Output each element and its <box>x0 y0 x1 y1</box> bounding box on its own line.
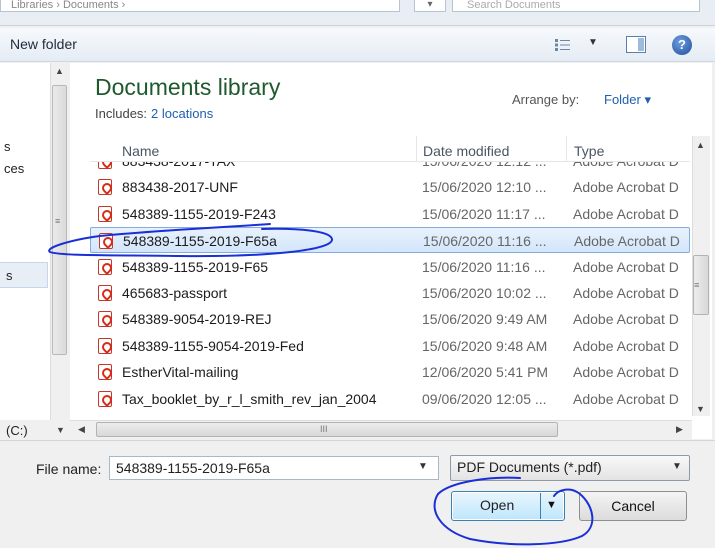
nav-item-fragment[interactable]: s <box>4 139 11 154</box>
new-folder-button[interactable]: New folder <box>10 36 77 52</box>
file-type-select[interactable]: PDF Documents (*.pdf) <box>450 455 690 481</box>
file-name: 548389-1155-9054-2019-Fed <box>122 337 304 354</box>
address-bar[interactable]: Libraries › Documents › <box>0 0 400 12</box>
scroll-up-icon[interactable]: ▲ <box>55 66 64 76</box>
file-list: 883438-2017-TAX 15/06/2020 12:12 ... Adobe… <box>90 162 690 414</box>
grip-icon: ≡ <box>694 280 700 290</box>
grip-icon: ≡ <box>55 216 61 226</box>
search-input[interactable]: Search Documents <box>452 0 700 12</box>
library-title: Documents library <box>95 74 281 100</box>
file-type: Adobe Acrobat D <box>573 205 679 222</box>
scroll-up-icon[interactable]: ▲ <box>696 140 705 150</box>
column-header-name[interactable]: Name <box>122 143 159 159</box>
file-date-modified: 15/06/2020 12:12 ... <box>422 162 567 169</box>
file-name: 548389-1155-2019-F243 <box>122 205 276 222</box>
file-type: Adobe Acrobat D <box>573 162 688 169</box>
column-divider[interactable] <box>416 136 417 162</box>
pdf-file-icon <box>98 285 112 301</box>
scroll-down-icon[interactable]: ▼ <box>56 425 65 435</box>
file-row-selected[interactable]: 548389-1155-2019-F65a 15/06/2020 11:16 ..… <box>90 227 690 254</box>
nav-item-drive[interactable]: (C:) <box>6 423 28 438</box>
file-row[interactable]: 548389-1155-2019-F243 15/06/2020 11:17 ..… <box>90 201 690 227</box>
file-name: 883438-2017-UNF <box>122 179 238 196</box>
file-row[interactable]: 883438-2017-UNF 15/06/2020 12:10 ... Adobe… <box>90 174 690 200</box>
pdf-file-icon <box>98 258 112 275</box>
open-button-label[interactable]: Open <box>480 497 514 513</box>
column-header-date[interactable]: Date modified <box>423 143 509 159</box>
view-options-chevron-down-icon[interactable]: ▼ <box>588 37 598 48</box>
file-name: 548389-1155-2019-F65a <box>123 233 277 250</box>
file-row[interactable]: Tax_booklet_by_r_l_smith_rev_jan_2004 09/… <box>90 386 690 412</box>
pdf-file-icon <box>98 337 112 354</box>
file-date-modified: 09/06/2020 12:05 ... <box>422 390 547 407</box>
library-includes: Includes: 2 locations <box>95 106 213 121</box>
file-date-modified: 15/06/2020 11:16 ... <box>422 258 546 275</box>
file-date-modified: 15/06/2020 9:49 AM <box>422 311 548 328</box>
pdf-file-icon <box>98 205 112 222</box>
file-row[interactable]: 465683-passport 15/06/2020 10:02 ... Adobe… <box>90 280 690 306</box>
file-row[interactable]: EstherVital-mailing 12/06/2020 5:41 PM Ado… <box>90 359 690 385</box>
address-refresh-button[interactable]: ▾ <box>414 0 446 12</box>
file-row[interactable]: 883438-2017-TAX 15/06/2020 12:12 ... Adobe… <box>90 162 690 174</box>
file-date-modified: 15/06/2020 10:02 ... <box>422 285 547 301</box>
file-name-label: File name: <box>36 461 102 477</box>
file-date-modified: 15/06/2020 12:10 ... <box>422 179 547 196</box>
file-type: Adobe Acrobat D <box>573 337 679 354</box>
file-type-chevron-down-icon[interactable]: ▼ <box>672 461 682 472</box>
file-name: 465683-passport <box>122 285 228 301</box>
file-date-modified: 15/06/2020 9:48 AM <box>422 337 548 354</box>
file-type: Adobe Acrobat D <box>573 179 679 196</box>
file-type: Adobe Acrobat D <box>573 364 679 381</box>
open-options-chevron-down-icon[interactable]: ▼ <box>546 499 557 511</box>
file-type: Adobe Acrobat D <box>573 390 679 407</box>
file-date-modified: 15/06/2020 11:16 ... <box>423 233 547 250</box>
cancel-button[interactable]: Cancel <box>579 491 687 521</box>
pdf-file-icon <box>98 179 112 196</box>
includes-label: Includes: <box>95 106 148 121</box>
file-row[interactable]: 548389-1155-9054-2019-Fed 15/06/2020 9:48… <box>90 333 690 359</box>
scroll-right-icon[interactable]: ▶ <box>676 424 683 435</box>
file-type: Adobe Acrobat D <box>573 258 679 275</box>
file-type: Adobe Acrobat D <box>573 311 679 328</box>
locations-link[interactable]: 2 locations <box>151 106 213 121</box>
arrange-by-dropdown[interactable]: Folder ▾ <box>604 92 651 108</box>
file-name: Tax_booklet_by_r_l_smith_rev_jan_2004 <box>122 390 377 407</box>
file-name-chevron-down-icon[interactable]: ▼ <box>418 461 428 472</box>
help-icon[interactable]: ? <box>672 35 692 55</box>
scroll-left-icon[interactable]: ◀ <box>78 424 85 435</box>
column-header-type[interactable]: Type <box>574 143 604 159</box>
scroll-down-icon[interactable]: ▼ <box>696 404 705 414</box>
file-name: EstherVital-mailing <box>122 364 239 381</box>
arrange-by-label: Arrange by: <box>512 92 580 107</box>
file-date-modified: 15/06/2020 11:17 ... <box>422 205 546 222</box>
file-name-input[interactable] <box>109 456 439 480</box>
file-row[interactable]: 548389-1155-2019-F65 15/06/2020 11:16 ...… <box>90 254 690 280</box>
open-button-divider <box>540 493 541 519</box>
pdf-file-icon <box>98 364 112 381</box>
pdf-file-icon <box>98 162 112 169</box>
file-name: 548389-1155-2019-F65 <box>122 258 269 275</box>
nav-item-fragment[interactable]: ces <box>4 161 24 176</box>
file-name: 883438-2017-TAX <box>122 162 412 169</box>
pdf-file-icon <box>98 311 112 328</box>
command-bar <box>0 28 715 62</box>
change-view-icon[interactable] <box>554 38 572 52</box>
pdf-file-icon <box>98 390 112 407</box>
preview-pane-icon[interactable] <box>626 36 646 53</box>
file-type: Adobe Acrobat D <box>573 285 679 301</box>
pdf-file-icon <box>99 233 113 250</box>
nav-item-fragment[interactable]: s <box>6 268 13 283</box>
column-divider[interactable] <box>566 136 567 162</box>
file-name: 548389-9054-2019-REJ <box>122 311 272 328</box>
file-row[interactable]: 548389-9054-2019-REJ 15/06/2020 9:49 AM Ad… <box>90 306 690 332</box>
file-date-modified: 12/06/2020 5:41 PM <box>422 364 549 381</box>
grip-icon: III <box>320 424 328 434</box>
file-type: Adobe Acrobat D <box>574 233 680 250</box>
navigation-pane: s ces <box>0 63 50 439</box>
